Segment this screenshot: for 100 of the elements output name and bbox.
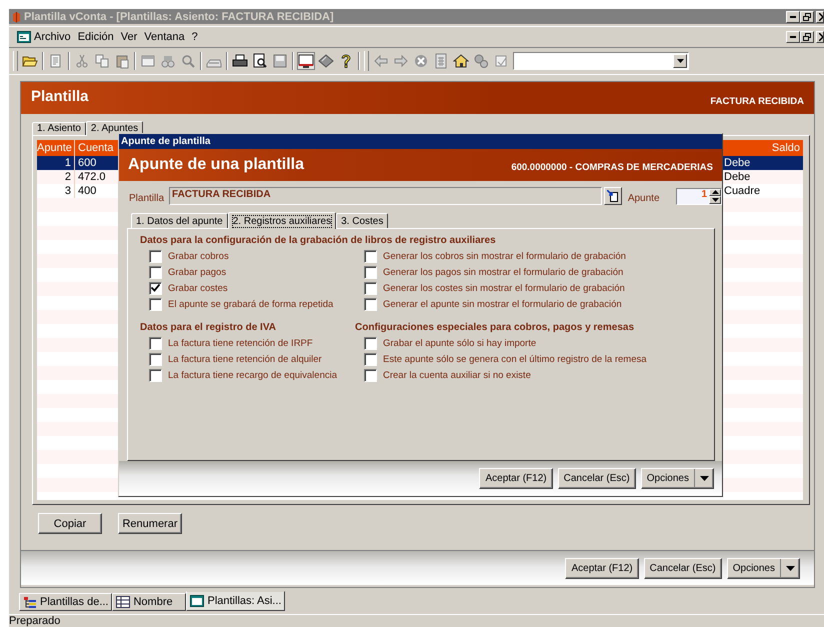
tab[interactable]: 2. Apuntes (86, 121, 144, 136)
checkbox-label[interactable]: Grabar cobros (168, 250, 229, 262)
form-subtitle: FACTURA RECIBIDA (710, 96, 804, 106)
accept-button[interactable]: Aceptar (F12) (479, 468, 553, 489)
tab[interactable]: 1. Asiento (32, 122, 86, 135)
checkbox-label[interactable]: Grabar costes (168, 282, 228, 294)
checkbox[interactable] (149, 266, 162, 278)
section-heading: Datos para el registro de IVA (140, 321, 277, 335)
form-title: Plantilla (31, 88, 89, 104)
checkbox[interactable] (364, 298, 377, 310)
checkbox[interactable] (364, 250, 377, 262)
toolbar-combo-box[interactable] (513, 52, 689, 70)
checkbox[interactable] (364, 336, 377, 350)
checkbox[interactable] (149, 250, 162, 262)
tab[interactable]: 1. Datos del apunte (131, 213, 228, 228)
copy-icon[interactable] (94, 53, 110, 69)
print-preview-icon[interactable] (252, 53, 268, 69)
tree-icon (23, 596, 37, 608)
dropdown-arrow-icon (676, 59, 684, 63)
checkbox[interactable] (364, 282, 377, 294)
checkbox-label[interactable]: Generar los cobros sin mostrar el formulario de grabación (383, 250, 626, 262)
window-icon[interactable] (140, 53, 156, 69)
section-heading: Configuraciones especiales para cobros, pagos y remesas (355, 321, 636, 335)
window-tab[interactable]: Plantillas: Asi... (186, 591, 286, 611)
close-button[interactable] (816, 31, 824, 43)
app-icon (12, 10, 21, 22)
menu-item[interactable]: ? (192, 31, 198, 43)
close-icon (819, 12, 823, 20)
checkbox[interactable] (364, 266, 377, 278)
restore-icon (803, 33, 811, 41)
options-button[interactable]: Opciones (726, 558, 800, 578)
account-label: 600.0000000 - COMPRAS DE MERCADERIAS (511, 162, 713, 172)
checkbox[interactable] (149, 282, 162, 294)
column-header[interactable]: Cuenta (75, 140, 117, 156)
accept-button[interactable]: Aceptar (F12) (565, 558, 639, 578)
close-button[interactable] (816, 10, 824, 22)
dialog-heading: Apunte de una plantilla (128, 156, 304, 174)
checkbox-label[interactable]: La factura tiene retención de alquiler (168, 354, 322, 364)
checkbox[interactable] (364, 352, 377, 366)
checkbox-label[interactable]: Crear la cuenta auxiliar si no existe (383, 370, 531, 380)
table-cell-text: Debe (723, 170, 752, 184)
action-button[interactable]: Renumerar (118, 513, 182, 534)
minimize-icon (790, 16, 796, 18)
window-tab[interactable]: Nombre (112, 593, 186, 611)
stop-icon[interactable] (413, 53, 429, 69)
home-icon[interactable] (453, 53, 469, 69)
printer-icon[interactable] (232, 53, 248, 69)
minimize-button[interactable] (786, 31, 800, 43)
grid-icon (116, 596, 130, 608)
dropdown-arrow-icon (700, 476, 708, 481)
lookup-button[interactable] (604, 187, 622, 205)
clipboard-icon[interactable] (114, 53, 130, 69)
checkbox-label[interactable]: La factura tiene recargo de equivalencia (168, 370, 338, 380)
template-field[interactable]: FACTURA RECIBIDA (169, 187, 602, 205)
restore-icon (803, 12, 811, 20)
checkbox-label[interactable]: Generar los pagos sin mostrar el formulario de grabación (383, 266, 624, 278)
checkbox-label[interactable]: Grabar el apunte sólo si hay importe (383, 338, 536, 348)
menu-item[interactable]: Ver (120, 31, 138, 43)
monitor-icon[interactable] (298, 53, 314, 69)
dropdown-arrow-icon (786, 566, 794, 570)
cancel-button[interactable]: Cancelar (Esc) (644, 558, 722, 578)
checkbox[interactable] (149, 298, 162, 310)
checkbox-label[interactable]: Este apunte sólo se genera con el último registro de la remesa (383, 354, 647, 364)
table-cell-text: Cuadre (723, 184, 762, 198)
checkbox-label[interactable]: Generar el apunte sin mostrar el formulario de grabación (383, 298, 622, 310)
restore-button[interactable] (800, 10, 814, 22)
cancel-button[interactable]: Cancelar (Esc) (558, 468, 636, 489)
close-icon (819, 33, 823, 41)
section-heading: Datos para la configuración de la grabación de libros de registro auxiliares (140, 234, 497, 248)
window-tab[interactable]: Plantillas de... (19, 593, 112, 611)
checkbox-label[interactable]: Generar los costes sin mostrar el formulario de grabación (383, 282, 625, 294)
window-title: Plantilla vConta - [Plantillas: Asiento: FACTURA RECIBIDA] (24, 10, 334, 22)
table-cell-text: 400 (77, 184, 98, 198)
options-button[interactable]: Opciones (640, 468, 714, 489)
checkbox[interactable] (149, 368, 162, 382)
dialog-title: Apunte de plantilla (119, 134, 722, 149)
checkbox[interactable] (364, 368, 377, 382)
form-icon (17, 31, 31, 43)
checkbox-label[interactable]: El apunte se grabará de forma repetida (168, 298, 334, 310)
checkbox-label[interactable]: La factura tiene retención de IRPF (168, 338, 313, 348)
table-cell-text: Debe (723, 156, 752, 170)
column-header[interactable]: Saldo (721, 140, 803, 156)
field-label: Plantilla (129, 192, 164, 204)
menu-item[interactable]: Archivo (34, 31, 71, 43)
number-spinner[interactable]: 1 (676, 188, 722, 204)
action-button[interactable]: Copiar (38, 513, 102, 534)
check-icon (151, 284, 160, 292)
table-cell-text: 472.0 (77, 170, 107, 184)
menu-item[interactable]: Ventana (144, 31, 185, 43)
checkbox[interactable] (149, 352, 162, 366)
restore-button[interactable] (800, 31, 814, 43)
minimize-button[interactable] (786, 10, 800, 22)
status-text: Preparado (9, 614, 824, 627)
checkbox-label[interactable]: Grabar pagos (168, 266, 226, 278)
menu-item[interactable]: Edición (78, 31, 114, 43)
checkbox[interactable] (149, 336, 162, 350)
table-cell-text: 600 (77, 156, 98, 170)
tab[interactable]: 2. Registros auxiliares (228, 212, 336, 229)
tab[interactable]: 3. Costes (336, 213, 388, 228)
minimize-icon (790, 36, 796, 38)
